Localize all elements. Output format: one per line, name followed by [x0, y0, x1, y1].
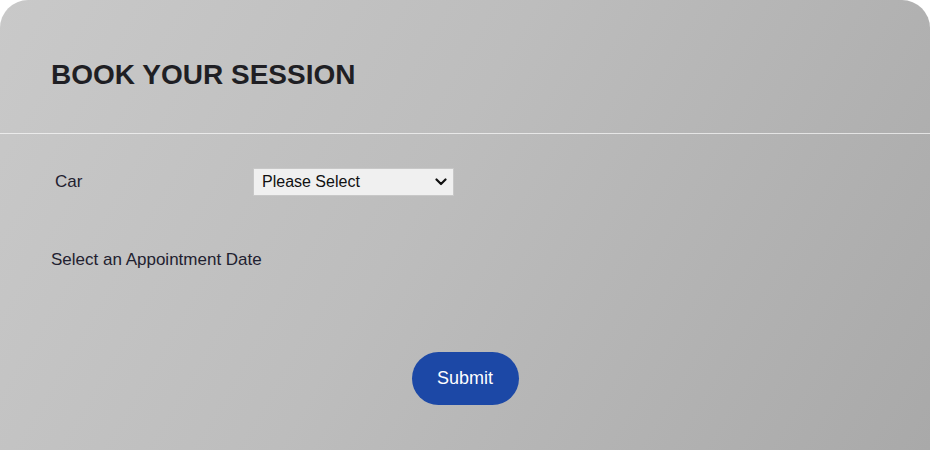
field-row: Select an Appointment Date	[51, 246, 879, 274]
field-label: Select an Appointment Date	[51, 250, 262, 270]
booking-card: BOOK YOUR SESSION CarPlease Select Select …	[0, 0, 930, 450]
form-body: CarPlease Select Select an Appointment Da…	[0, 134, 930, 405]
card-header: BOOK YOUR SESSION	[0, 0, 930, 134]
chevron-down-icon	[435, 178, 447, 186]
car-select[interactable]: Please Select	[253, 168, 454, 196]
field-row: CarPlease Select	[51, 168, 879, 196]
submit-button[interactable]: Submit	[412, 352, 519, 405]
button-row: Submit	[51, 352, 879, 405]
field-label: Car	[51, 172, 253, 192]
form-title: BOOK YOUR SESSION	[51, 58, 879, 92]
